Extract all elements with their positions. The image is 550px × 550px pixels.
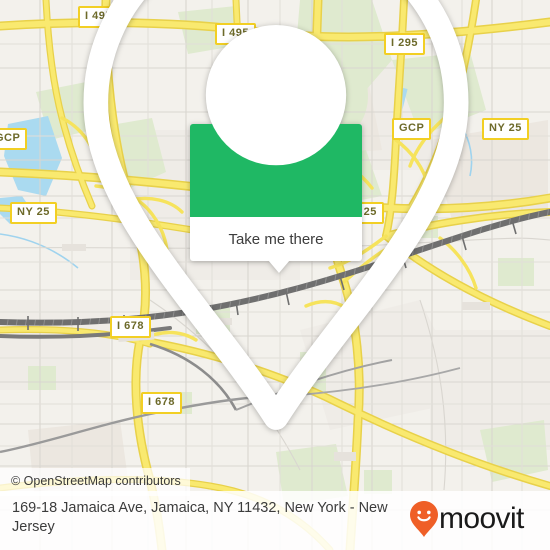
footer-bar: 169-18 Jamaica Ave, Jamaica, NY 11432, N… [0,491,550,550]
moovit-wordmark: moovit [439,501,543,537]
moovit-smiley-pin-icon [409,500,439,538]
map-canvas[interactable]: I 495 I 495 I 295 GCP NY 25 GCP NY 25 NY… [0,0,550,550]
address-label: 169-18 Jamaica Ave, Jamaica, NY 11432, N… [12,500,388,535]
take-me-there-label: Take me there [228,230,324,248]
location-callout-card[interactable]: Take me there [83,0,469,430]
moovit-brand[interactable]: moovit [409,491,550,538]
callout-pointer-tail [268,260,290,273]
map-screenshot: I 495 I 495 I 295 GCP NY 25 GCP NY 25 NY… [0,0,550,550]
location-pin-icon [1,0,550,446]
svg-text:moovit: moovit [439,502,525,535]
callout-header [83,0,469,430]
